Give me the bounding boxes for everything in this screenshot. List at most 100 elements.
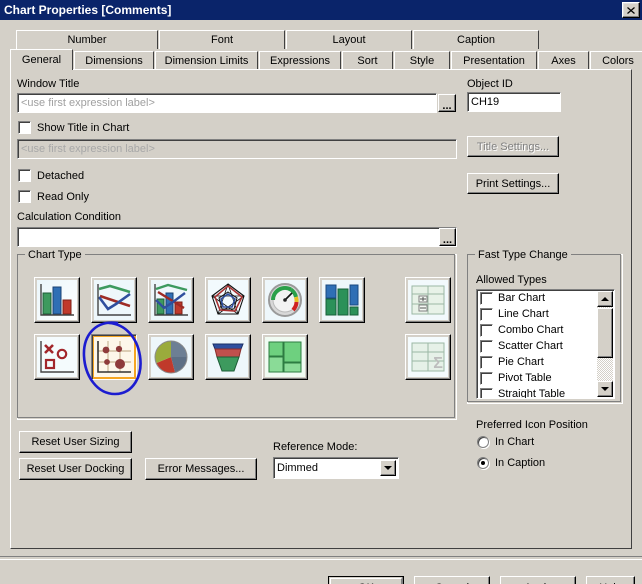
tab-dimension-limits[interactable]: Dimension Limits xyxy=(155,51,258,70)
list-item-label: Combo Chart xyxy=(498,324,564,336)
calculation-condition-label: Calculation Condition xyxy=(17,211,121,223)
tab-font[interactable]: Font xyxy=(159,30,285,49)
chart-title-input: <use first expression label> xyxy=(17,139,457,159)
list-item-label: Scatter Chart xyxy=(498,340,563,352)
chart-type-group-label: Chart Type xyxy=(25,249,85,261)
close-button[interactable] xyxy=(622,2,640,18)
title-settings-button[interactable]: Title Settings... xyxy=(467,136,559,157)
preferred-icon-position-label: Preferred Icon Position xyxy=(476,419,588,431)
chart-type-gauge-chart[interactable] xyxy=(262,277,308,323)
checkbox-label: Detached xyxy=(37,169,85,182)
object-id-input[interactable]: CH19 xyxy=(467,92,561,112)
list-item[interactable]: Pivot Table xyxy=(477,370,614,386)
checkbox-box[interactable] xyxy=(480,323,493,337)
chart-type-straight-table[interactable]: Σ xyxy=(405,334,451,380)
list-item-label: Pie Chart xyxy=(498,356,544,368)
help-button[interactable]: Help xyxy=(586,576,635,584)
show-title-in-chart-checkbox[interactable]: Show Title in Chart xyxy=(18,121,129,134)
checkbox-box xyxy=(18,121,31,134)
chart-type-pie-chart[interactable] xyxy=(148,334,194,380)
checkbox-box[interactable] xyxy=(480,307,493,321)
list-item-label: Pivot Table xyxy=(498,372,552,384)
pivot-table-icon xyxy=(408,280,448,320)
list-item[interactable]: Line Chart xyxy=(477,306,614,322)
tab-presentation[interactable]: Presentation xyxy=(451,51,537,70)
list-item[interactable]: Combo Chart xyxy=(477,322,614,338)
title-bar[interactable]: Chart Properties [Comments] xyxy=(0,0,642,20)
checkbox-box[interactable] xyxy=(480,387,493,398)
reference-mode-dropdown-button[interactable] xyxy=(380,460,396,476)
scroll-up-button[interactable] xyxy=(597,291,613,307)
reset-user-docking-button[interactable]: Reset User Docking xyxy=(19,458,132,480)
chart-type-radar-chart[interactable] xyxy=(205,277,251,323)
checkbox-box[interactable] xyxy=(480,355,493,369)
allowed-types-label: Allowed Types xyxy=(476,274,547,286)
checkbox-box[interactable] xyxy=(480,291,493,305)
tab-dimensions[interactable]: Dimensions xyxy=(74,51,154,70)
list-item-label: Bar Chart xyxy=(498,292,546,304)
chart-type-pivot-table[interactable] xyxy=(405,277,451,323)
tab-general[interactable]: General xyxy=(10,49,73,70)
list-item[interactable]: Scatter Chart xyxy=(477,338,614,354)
chart-type-grid-chart[interactable] xyxy=(91,334,137,380)
tab-axes[interactable]: Axes xyxy=(538,51,589,70)
chart-type-combo-chart[interactable] xyxy=(148,277,194,323)
tab-caption[interactable]: Caption xyxy=(413,30,539,49)
general-tab-panel: Window Title <use first expression label… xyxy=(10,69,632,549)
allowed-types-listbox[interactable]: Bar Chart Line Chart Combo Chart Scatter… xyxy=(476,289,615,399)
tab-colors[interactable]: Colors xyxy=(590,51,642,70)
chart-type-funnel-chart[interactable] xyxy=(205,334,251,380)
calculation-condition-input[interactable] xyxy=(17,227,457,247)
list-item[interactable]: Straight Table xyxy=(477,386,614,398)
tab-expressions[interactable]: Expressions xyxy=(259,51,341,70)
pie-chart-icon xyxy=(151,337,191,377)
list-item-label: Line Chart xyxy=(498,308,549,320)
chart-type-scatter-chart[interactable] xyxy=(34,334,80,380)
checkbox-box[interactable] xyxy=(480,339,493,353)
scrollbar-thumb[interactable] xyxy=(597,308,613,358)
list-item[interactable]: Bar Chart xyxy=(477,290,614,306)
print-settings-button[interactable]: Print Settings... xyxy=(467,173,559,194)
list-item[interactable]: Pie Chart xyxy=(477,354,614,370)
window-title: Chart Properties [Comments] xyxy=(4,3,172,17)
chart-type-bar-chart[interactable] xyxy=(34,277,80,323)
tab-number[interactable]: Number xyxy=(16,30,158,49)
bar-chart-icon xyxy=(37,280,77,320)
icon-position-in-chart-radio[interactable]: In Chart xyxy=(477,436,534,448)
detached-checkbox[interactable]: Detached xyxy=(18,169,84,182)
allowed-types-scrollbar[interactable] xyxy=(597,291,613,397)
ok-button[interactable]: OK xyxy=(328,576,404,584)
apply-button[interactable]: Apply xyxy=(500,576,576,584)
reference-mode-value: Dimmed xyxy=(277,462,318,474)
reference-mode-select[interactable]: Dimmed xyxy=(273,457,399,479)
tab-label: Caption xyxy=(457,34,495,46)
tab-style[interactable]: Style xyxy=(394,51,450,70)
window-title-input[interactable]: <use first expression label> xyxy=(17,93,437,113)
icon-position-in-caption-radio[interactable]: In Caption xyxy=(477,457,545,469)
radar-chart-icon xyxy=(208,280,248,320)
checkbox-box[interactable] xyxy=(480,371,493,385)
chart-type-mekko-chart[interactable] xyxy=(319,277,365,323)
chart-type-line-chart[interactable] xyxy=(91,277,137,323)
chart-type-block-chart[interactable] xyxy=(262,334,308,380)
chevron-down-icon xyxy=(384,466,392,470)
cancel-button[interactable]: Cancel xyxy=(414,576,490,584)
title-bar-buttons xyxy=(622,2,640,18)
footer-divider xyxy=(0,556,642,560)
calculation-condition-browse-button[interactable]: ... xyxy=(439,228,456,246)
error-messages-button[interactable]: Error Messages... xyxy=(145,458,257,480)
radio-label: In Chart xyxy=(495,436,535,448)
scatter-chart-icon xyxy=(37,337,77,377)
window-title-browse-button[interactable]: ... xyxy=(438,94,456,112)
tab-label: Presentation xyxy=(463,55,525,67)
read-only-checkbox[interactable]: Read Only xyxy=(18,190,89,203)
tab-layout[interactable]: Layout xyxy=(286,30,412,49)
reset-user-sizing-button[interactable]: Reset User Sizing xyxy=(19,431,132,453)
scroll-down-button[interactable] xyxy=(597,381,613,397)
tab-sort[interactable]: Sort xyxy=(342,51,393,70)
tab-label: Style xyxy=(409,55,435,67)
tab-label: Colors xyxy=(602,55,634,67)
tab-label: Sort xyxy=(357,55,378,67)
checkbox-label: Show Title in Chart xyxy=(37,121,130,134)
tab-label: Number xyxy=(67,34,107,46)
